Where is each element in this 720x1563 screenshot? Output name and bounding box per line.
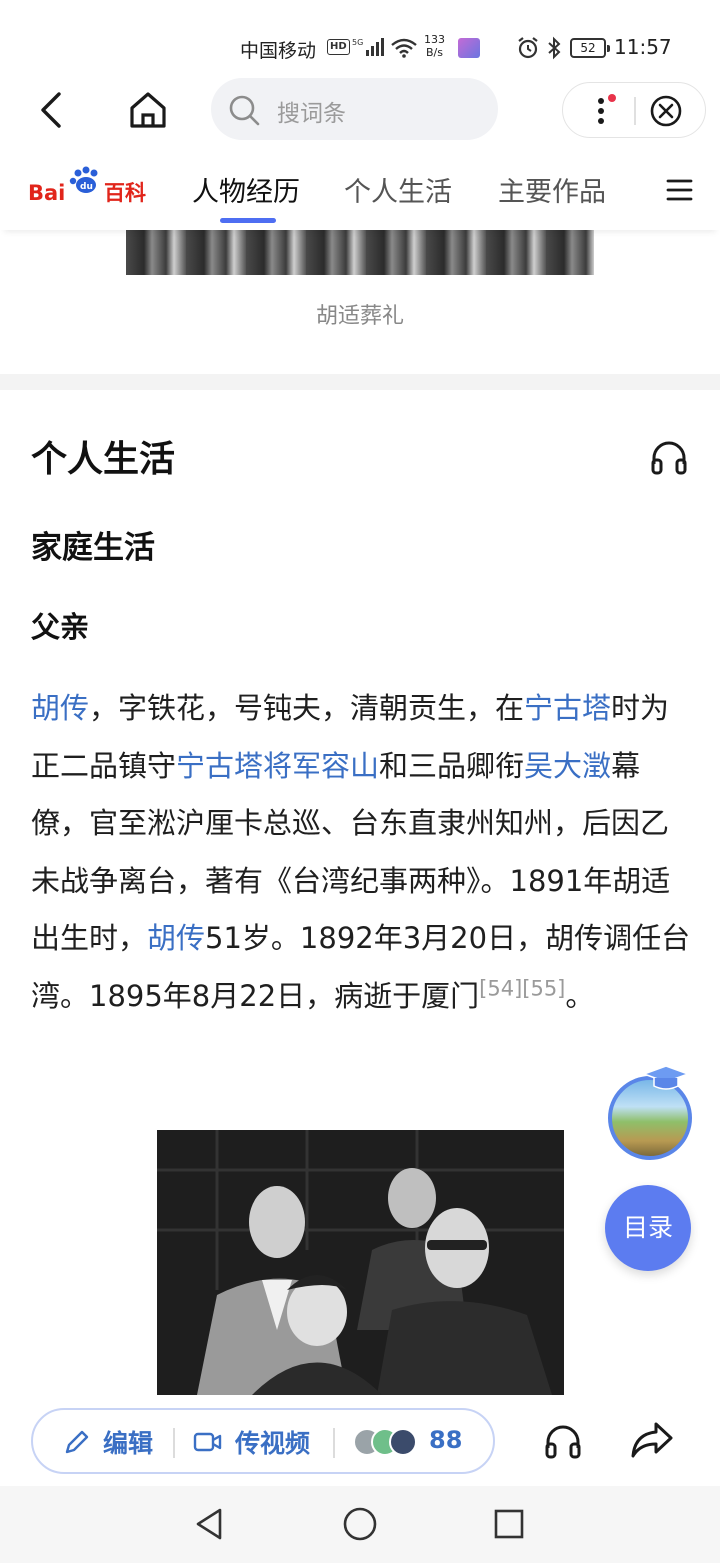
bottom-toolbar: 编辑 传视频 88 xyxy=(0,1396,720,1486)
table-of-contents-button[interactable]: 目录 xyxy=(605,1185,691,1271)
video-label: 传视频 xyxy=(235,1429,311,1458)
svg-text:5G: 5G xyxy=(352,38,363,47)
photo-caption: 胡适葬礼 xyxy=(315,304,404,329)
alarm-icon xyxy=(518,37,538,59)
upload-video-button[interactable]: 传视频 xyxy=(193,1424,310,1460)
pencil-icon xyxy=(65,1430,89,1454)
contributor-count[interactable]: 88 xyxy=(429,1426,462,1454)
back-arrow-icon[interactable] xyxy=(32,88,72,132)
paragraph-text: ，字铁花，号钝夫，清朝贡生，在 xyxy=(89,691,525,725)
subsubsection-title: 父亲 xyxy=(31,610,90,644)
edit-label: 编辑 xyxy=(103,1429,154,1458)
tab-personal-life[interactable]: 个人生活 xyxy=(344,170,452,209)
link-ningguta-general[interactable]: 宁古塔将军容山 xyxy=(176,749,379,783)
battery-indicator: 52 xyxy=(570,38,610,58)
father-paragraph: 胡传，字铁花，号钝夫，清朝贡生，在宁古塔时为正二品镇守宁古塔将军容山和三品卿衔吴… xyxy=(31,680,693,1025)
pill-divider xyxy=(173,1428,175,1458)
graduation-cap-icon xyxy=(642,1065,690,1090)
headphones-icon[interactable] xyxy=(648,436,690,478)
net-speed-unit: B/s xyxy=(426,46,443,59)
close-icon[interactable] xyxy=(649,94,683,128)
reference-55[interactable]: [55] xyxy=(522,976,565,1000)
section-title: 个人生活 xyxy=(31,439,176,480)
mini-program-capsule xyxy=(562,82,706,138)
svg-text:du: du xyxy=(80,182,93,192)
menu-icon[interactable] xyxy=(664,178,694,202)
contributor-avatars[interactable] xyxy=(353,1428,425,1458)
system-recents-icon[interactable] xyxy=(493,1508,525,1540)
subsection-title: 家庭生活 xyxy=(31,530,155,566)
family-photo[interactable] xyxy=(157,1130,564,1395)
paragraph-text: 和三品卿衔 xyxy=(379,748,525,783)
pill-divider xyxy=(333,1428,335,1458)
listen-headphones-icon[interactable] xyxy=(542,1420,584,1462)
carrier-name: 中国移动 xyxy=(240,40,317,62)
wifi-icon xyxy=(391,38,417,58)
app-notification-icon xyxy=(458,38,480,58)
home-icon[interactable] xyxy=(124,88,172,132)
action-pill: 编辑 传视频 88 xyxy=(31,1408,495,1474)
active-tab-indicator xyxy=(220,218,276,223)
baike-tab-bar: du Bai 百科 人物经历 个人生活 主要作品 xyxy=(0,150,720,230)
link-wu-dacheng[interactable]: 吴大澂 xyxy=(524,749,611,783)
svg-text:百科: 百科 xyxy=(104,181,146,205)
net-speed-value: 133 xyxy=(424,33,445,46)
link-hu-chuan[interactable]: 胡传 xyxy=(31,691,89,725)
search-placeholder: 搜词条 xyxy=(277,101,346,127)
share-icon[interactable] xyxy=(630,1420,674,1460)
avatar xyxy=(389,1428,417,1456)
signal-icon: 5G xyxy=(352,38,384,56)
top-navigation: 搜词条 xyxy=(0,78,720,142)
more-options-icon[interactable] xyxy=(589,93,619,129)
status-bar: 中国移动 HD 5G 133 B/s 52 11:57 xyxy=(0,0,720,80)
video-camera-icon xyxy=(193,1432,222,1452)
search-input[interactable]: 搜词条 xyxy=(211,78,498,140)
clock: 11:57 xyxy=(614,35,672,59)
edit-button[interactable]: 编辑 xyxy=(63,1424,153,1460)
bluetooth-icon xyxy=(548,36,561,60)
link-ningguta[interactable]: 宁古塔 xyxy=(524,691,611,725)
baidu-baike-logo: du Bai 百科 xyxy=(28,166,146,205)
tab-career[interactable]: 人物经历 xyxy=(192,170,300,209)
paw-icon: du xyxy=(69,166,98,193)
hd-badge: HD xyxy=(327,39,350,55)
system-home-icon[interactable] xyxy=(342,1506,378,1542)
search-icon xyxy=(229,95,260,126)
paragraph-end: 。 xyxy=(565,978,595,1013)
tab-major-works[interactable]: 主要作品 xyxy=(498,170,606,209)
system-back-icon[interactable] xyxy=(192,1506,226,1542)
funeral-photo[interactable] xyxy=(126,228,594,275)
reference-54[interactable]: [54] xyxy=(479,976,522,1000)
section-divider xyxy=(0,374,720,390)
link-hu-chuan-2[interactable]: 胡传 xyxy=(147,921,205,955)
system-navigation-bar xyxy=(0,1486,720,1563)
svg-text:Bai: Bai xyxy=(28,181,65,205)
net-speed: 133 B/s xyxy=(424,33,445,59)
capsule-divider xyxy=(634,97,636,125)
